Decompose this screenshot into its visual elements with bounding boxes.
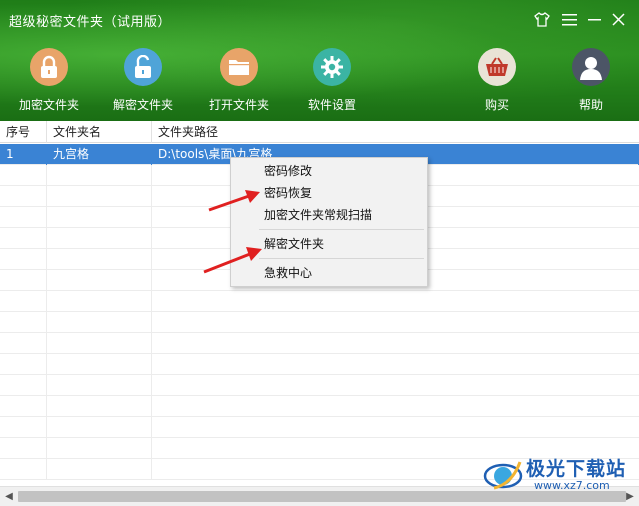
cell-name: 九宫格 <box>47 144 152 165</box>
lock-closed-icon <box>30 48 68 86</box>
menu-separator <box>259 258 424 259</box>
menu-separator <box>259 229 424 230</box>
app-window: 超级秘密文件夹（试用版） 加密文件夹 解密文件夹 打开文件夹 软件设置 购买 帮… <box>0 0 639 506</box>
watermark-logo-icon <box>483 461 523 490</box>
decrypt-folder-button[interactable]: 解密文件夹 <box>101 48 185 113</box>
open-folder-button[interactable]: 打开文件夹 <box>197 48 281 113</box>
empty-row <box>0 417 639 438</box>
close-icon[interactable] <box>607 8 629 30</box>
basket-icon <box>478 48 516 86</box>
empty-row <box>0 396 639 417</box>
watermark-text: 极光下载站 <box>526 458 627 480</box>
encrypt-folder-button[interactable]: 加密文件夹 <box>7 48 91 113</box>
empty-row <box>0 312 639 333</box>
lock-open-icon <box>124 48 162 86</box>
empty-row <box>0 375 639 396</box>
menu-item-change-password[interactable]: 密码修改 <box>231 160 427 182</box>
cell-no: 1 <box>0 144 47 165</box>
annotation-arrow-icon <box>203 247 262 274</box>
column-header-no[interactable]: 序号 <box>0 121 47 143</box>
settings-label: 软件设置 <box>307 98 356 112</box>
menu-icon[interactable] <box>558 8 580 30</box>
buy-button[interactable]: 购买 <box>455 48 539 113</box>
empty-row <box>0 291 639 312</box>
empty-row <box>0 354 639 375</box>
header-bar: 超级秘密文件夹（试用版） 加密文件夹 解密文件夹 打开文件夹 软件设置 购买 帮… <box>0 0 639 121</box>
help-button[interactable]: 帮助 <box>549 48 633 113</box>
folder-icon <box>220 48 258 86</box>
annotation-arrow-icon <box>208 190 260 212</box>
user-avatar-icon <box>572 48 610 86</box>
open-folder-label: 打开文件夹 <box>208 98 269 112</box>
encrypt-folder-label: 加密文件夹 <box>18 98 79 112</box>
help-label: 帮助 <box>578 98 603 112</box>
minimize-icon[interactable] <box>583 8 605 30</box>
table-header: 序号 文件夹名 文件夹路径 <box>0 121 639 143</box>
decrypt-folder-label: 解密文件夹 <box>112 98 173 112</box>
window-title: 超级秘密文件夹（试用版） <box>9 15 172 30</box>
watermark-url: www.xz7.com <box>534 479 610 492</box>
column-header-path[interactable]: 文件夹路径 <box>152 121 639 143</box>
skin-icon[interactable] <box>531 8 553 30</box>
column-header-name[interactable]: 文件夹名 <box>47 121 152 143</box>
watermark: 极光下载站 www.xz7.com <box>482 452 632 496</box>
settings-button[interactable]: 软件设置 <box>290 48 374 113</box>
scroll-left-icon[interactable]: ◀ <box>2 490 16 504</box>
buy-label: 购买 <box>484 98 509 112</box>
empty-row <box>0 333 639 354</box>
gear-icon <box>313 48 351 86</box>
